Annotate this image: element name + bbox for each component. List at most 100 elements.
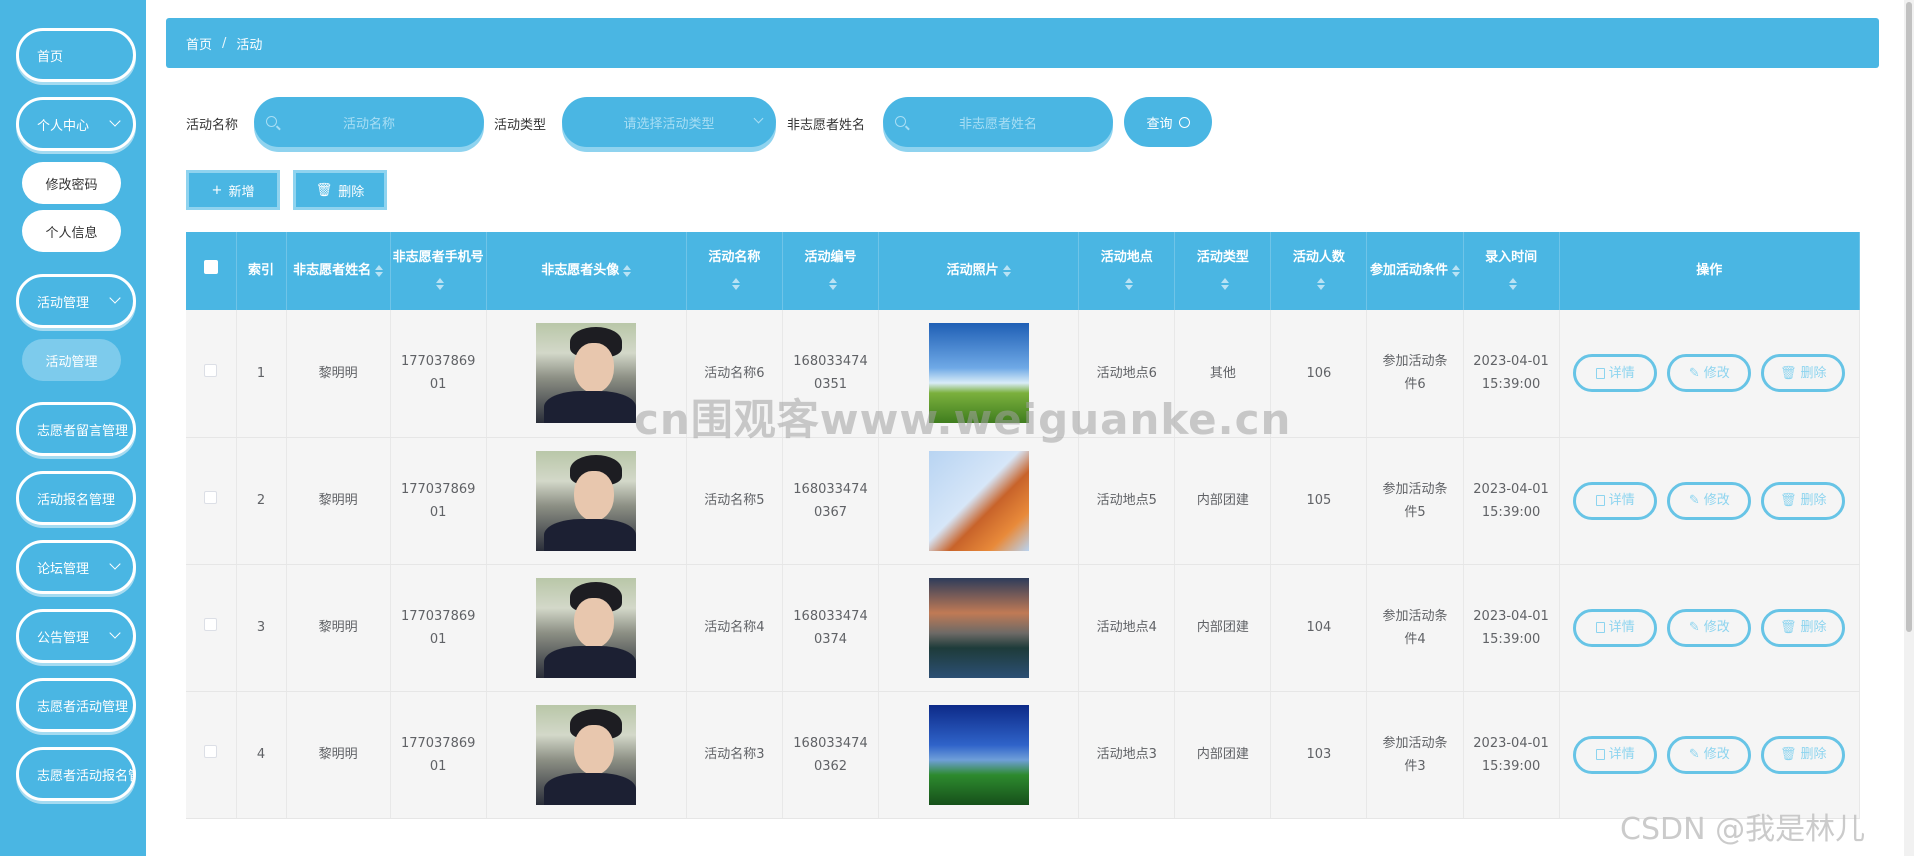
select-all-checkbox[interactable] — [203, 260, 218, 274]
cell-activity-name: 活动名称5 — [686, 437, 783, 565]
sort-icon — [375, 264, 384, 277]
menu-change-password[interactable]: 修改密码 — [22, 162, 121, 204]
cell-ops: 详情 ✎ 修改 🗑 删除 — [1559, 437, 1861, 565]
trash-icon: 🗑 — [1780, 365, 1797, 381]
activity-type-select[interactable]: 请选择活动类型 — [562, 97, 776, 147]
cell-time: 2023-04-01 15:39:00 — [1463, 564, 1560, 692]
activity-name-input[interactable]: 活动名称 — [254, 97, 484, 147]
breadcrumb-home[interactable]: 首页 — [186, 34, 212, 53]
avatar — [536, 704, 637, 805]
cell-index: 1 — [236, 310, 287, 438]
delete-row-button[interactable]: 🗑 删除 — [1761, 735, 1846, 774]
cell-activity-code: 1680334740367 — [782, 437, 880, 565]
cell-count: 105 — [1270, 437, 1368, 565]
menu-personal-center[interactable]: 个人中心 — [16, 97, 136, 151]
row-checkbox-cell[interactable] — [186, 437, 237, 565]
edit-button[interactable]: ✎ 修改 — [1667, 354, 1752, 393]
trash-icon: 🗑 — [315, 182, 333, 198]
avatar — [536, 577, 637, 678]
search-icon — [1178, 116, 1190, 128]
csdn-watermark: CSDN @我是林儿 — [1620, 812, 1866, 847]
header-activity-photo[interactable]: 活动照片 — [878, 232, 1080, 310]
header-activity-count[interactable]: 活动人数 — [1270, 232, 1368, 310]
breadcrumb-separator: / — [222, 35, 227, 51]
row-checkbox[interactable] — [204, 363, 218, 377]
header-avatar[interactable]: 非志愿者头像 — [486, 232, 687, 310]
sort-icon — [732, 277, 741, 290]
delete-row-button[interactable]: 🗑 删除 — [1761, 354, 1846, 393]
plus-icon: + — [211, 182, 223, 198]
header-activity-place[interactable]: 活动地点 — [1078, 232, 1176, 310]
menu-activity-signup[interactable]: 活动报名管理 — [16, 471, 136, 525]
menu-activity-mgmt[interactable]: 活动管理 — [16, 274, 136, 328]
select-all-header[interactable] — [186, 232, 237, 310]
sort-icon — [1316, 277, 1325, 290]
header-activity-code[interactable]: 活动编号 — [782, 232, 880, 310]
breadcrumb-current: 活动 — [236, 37, 263, 53]
cell-activity-code: 1680334740362 — [782, 691, 880, 819]
cell-activity-photo — [878, 691, 1080, 819]
delete-row-button[interactable]: 🗑 删除 — [1761, 608, 1846, 647]
edit-button[interactable]: ✎ 修改 — [1667, 735, 1752, 774]
table-row: 2 黎明明 17703786901 活动名称5 1680334740367 活动地点5 内部… — [186, 437, 1861, 565]
row-checkbox-cell[interactable] — [186, 691, 237, 819]
menu-personal-info[interactable]: 个人信息 — [22, 210, 121, 252]
cell-avatar — [486, 564, 687, 692]
menu-activity[interactable]: 活动管理 — [22, 339, 121, 381]
sidebar: 首页 个人中心 修改密码 个人信息 活动管理 活动管理 志愿者留言管理 活动报名… — [0, 0, 146, 856]
detail-button[interactable]: 详情 — [1573, 735, 1658, 774]
table-row: 3 黎明明 17703786901 活动名称4 1680334740374 活动地点4 内部… — [186, 564, 1861, 692]
menu-notice[interactable]: 公告管理 — [16, 609, 136, 663]
header-activity-type[interactable]: 活动类型 — [1174, 232, 1272, 310]
search-icon — [266, 116, 277, 127]
header-name[interactable]: 非志愿者姓名 — [286, 232, 391, 310]
cell-name: 黎明明 — [286, 564, 391, 692]
menu-forum[interactable]: 论坛管理 — [16, 540, 136, 594]
detail-button[interactable]: 详情 — [1573, 354, 1658, 393]
scrollbar[interactable] — [1904, 0, 1914, 856]
delete-button[interactable]: 🗑 删除 — [293, 170, 387, 210]
detail-button[interactable]: 详情 — [1573, 608, 1658, 647]
activity-photo — [928, 577, 1029, 678]
person-name-input[interactable]: 非志愿者姓名 — [883, 97, 1113, 147]
header-condition[interactable]: 参加活动条件 — [1366, 232, 1464, 310]
add-button[interactable]: + 新增 — [186, 170, 280, 210]
detail-button[interactable]: 详情 — [1573, 481, 1658, 520]
chevron-down-icon — [109, 558, 121, 570]
cell-index: 4 — [236, 691, 287, 819]
menu-home[interactable]: 首页 — [16, 28, 136, 82]
row-checkbox-cell[interactable] — [186, 310, 237, 438]
menu-volunteer-msg[interactable]: 志愿者留言管理 — [16, 402, 136, 456]
edit-icon: ✎ — [1688, 493, 1700, 508]
trash-icon: 🗑 — [1780, 620, 1797, 635]
row-checkbox[interactable] — [204, 745, 218, 758]
edit-button[interactable]: ✎ 修改 — [1667, 608, 1752, 647]
cell-type: 内部团建 — [1174, 437, 1272, 565]
menu-volunteer-activity[interactable]: 志愿者活动管理 — [16, 678, 136, 732]
header-index: 索引 — [236, 232, 287, 310]
header-ops: 操作 — [1559, 232, 1861, 310]
query-button[interactable]: 查询 — [1124, 97, 1212, 147]
cell-time: 2023-04-01 15:39:00 — [1463, 691, 1560, 819]
cell-phone: 17703786901 — [390, 564, 487, 692]
document-icon — [1595, 622, 1605, 633]
search-icon — [895, 116, 906, 127]
edit-button[interactable]: ✎ 修改 — [1667, 481, 1752, 520]
header-time[interactable]: 录入时间 — [1463, 232, 1560, 310]
sort-icon — [1220, 277, 1229, 290]
cell-condition: 参加活动条件5 — [1366, 437, 1464, 565]
cell-ops: 详情 ✎ 修改 🗑 删除 — [1559, 564, 1861, 692]
activity-name-label: 活动名称 — [186, 118, 239, 133]
delete-row-button[interactable]: 🗑 删除 — [1761, 481, 1846, 520]
cell-place: 活动地点4 — [1078, 564, 1176, 692]
row-checkbox-cell[interactable] — [186, 564, 237, 692]
scrollbar-thumb[interactable] — [1906, 2, 1912, 632]
cell-type: 内部团建 — [1174, 691, 1272, 819]
header-activity-name[interactable]: 活动名称 — [686, 232, 783, 310]
cell-name: 黎明明 — [286, 691, 391, 819]
row-checkbox[interactable] — [204, 618, 218, 631]
row-checkbox[interactable] — [204, 491, 218, 504]
menu-volunteer-activity-signup[interactable]: 志愿者活动报名管 — [16, 747, 136, 801]
header-phone[interactable]: 非志愿者手机号 — [390, 232, 487, 310]
cell-activity-name: 活动名称4 — [686, 564, 783, 692]
